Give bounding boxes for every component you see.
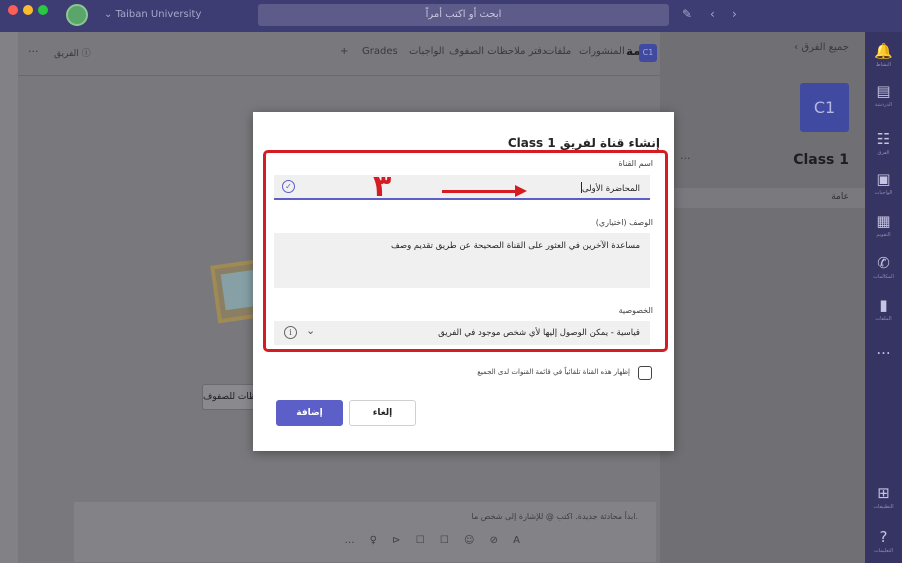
close-window-button[interactable] xyxy=(8,5,18,15)
annotation-arrow-head xyxy=(515,185,527,197)
annotation-step-number: ٣ xyxy=(373,169,392,204)
forward-arrow-icon[interactable]: › xyxy=(732,7,737,21)
all-teams-link[interactable]: ‹ جميع الفرق xyxy=(794,42,849,53)
channel-tabs: ··· الفريق ⓘ + Grades الواجبات دفتر ملاح… xyxy=(18,32,660,76)
cancel-button[interactable]: إلغاء xyxy=(349,400,416,426)
info-icon[interactable]: i xyxy=(284,326,297,339)
add-tab-button[interactable]: + xyxy=(340,46,348,57)
teams-side-panel: ‹ جميع الفرق C1 ··· Class 1 عامة xyxy=(660,32,865,563)
check-circle-icon: ✓ xyxy=(282,180,295,193)
description-label: الوصف (اختياري) xyxy=(595,218,653,227)
tab-posts[interactable]: المنشورات xyxy=(579,46,625,57)
activity-icon[interactable]: 🔔 النشاط xyxy=(865,42,902,68)
maximize-window-button[interactable] xyxy=(38,5,48,15)
chat-icon[interactable]: ▤ الدردشة xyxy=(865,82,902,108)
team-badge[interactable]: الفريق ⓘ xyxy=(54,46,91,59)
compose-icon[interactable]: ✎ xyxy=(682,7,692,21)
privacy-label: الخصوصية xyxy=(618,306,653,315)
add-button[interactable]: إضافة xyxy=(276,400,343,426)
channel-avatar: C1 xyxy=(639,44,657,62)
compose-toolbar[interactable]: … ♀ ⊳ ☐ ☐ ☺ ⊘ A xyxy=(344,535,526,546)
more-options-icon[interactable]: ··· xyxy=(28,45,39,58)
team-more-icon[interactable]: ··· xyxy=(680,152,691,165)
teams-icon[interactable]: ☷ الفرق xyxy=(865,130,902,156)
annotation-arrow xyxy=(442,190,520,193)
title-bar: ⌄ Taiban University ابحث أو اكتب أمراً ✎… xyxy=(0,0,902,32)
calls-icon[interactable]: ✆ المكالمات xyxy=(865,254,902,280)
calendar-icon[interactable]: ▦ التقويم xyxy=(865,212,902,238)
chevron-down-icon[interactable]: ⌄ xyxy=(306,324,315,337)
help-icon[interactable]: ? التعليمات xyxy=(865,528,902,554)
more-apps-icon[interactable]: ... xyxy=(865,340,902,358)
compose-placeholder: ابدأ محادثة جديدة. اكتب @ للإشارة إلى شخ… xyxy=(471,512,638,521)
team-avatar: C1 xyxy=(800,83,849,132)
org-name: Taiban University xyxy=(115,9,202,20)
back-arrow-icon[interactable]: ‹ xyxy=(710,7,715,21)
search-input[interactable]: ابحث أو اكتب أمراً xyxy=(258,4,669,26)
org-logo xyxy=(66,4,88,26)
compose-box[interactable]: ابدأ محادثة جديدة. اكتب @ للإشارة إلى شخ… xyxy=(74,502,656,562)
tab-files[interactable]: ملفات xyxy=(545,46,571,57)
team-name: Class 1 xyxy=(793,152,849,168)
channel-name-value: المحاضرة الأولى xyxy=(582,184,640,194)
create-channel-dialog: إنشاء قناة لفريق Class 1 اسم القناة المح… xyxy=(253,112,674,451)
app-rail: 🔔 النشاط ▤ الدردشة ☷ الفرق ▣ الواجبات ▦ التقو… xyxy=(865,32,902,563)
description-placeholder: مساعدة الآخرين في العثور على القناة الصح… xyxy=(391,241,640,251)
auto-show-row: إظهار هذه القناة تلقائياً في قائمة القنو… xyxy=(253,366,674,382)
dialog-title: إنشاء قناة لفريق Class 1 xyxy=(507,136,660,150)
tab-class-notebook[interactable]: دفتر ملاحظات الصفوف xyxy=(449,46,546,57)
tab-grades[interactable]: Grades xyxy=(362,46,398,57)
auto-show-checkbox[interactable] xyxy=(638,366,652,380)
left-edge xyxy=(0,32,18,563)
channel-name-input[interactable]: المحاضرة الأولى ✓ xyxy=(274,175,650,200)
description-textarea[interactable]: مساعدة الآخرين في العثور على القناة الصح… xyxy=(274,233,650,288)
privacy-dropdown[interactable]: قياسية - يمكن الوصول إليها لأي شخص موجود… xyxy=(274,321,650,345)
minimize-window-button[interactable] xyxy=(23,5,33,15)
channel-item-general[interactable]: عامة xyxy=(660,188,865,208)
tab-assignments[interactable]: الواجبات xyxy=(409,46,444,57)
org-switcher[interactable]: ⌄ Taiban University xyxy=(104,9,201,20)
apps-icon[interactable]: ⊞ التطبيقات xyxy=(865,484,902,510)
channel-name-label: اسم القناة xyxy=(618,159,653,168)
privacy-value: قياسية - يمكن الوصول إليها لأي شخص موجود… xyxy=(438,328,640,338)
assignments-icon[interactable]: ▣ الواجبات xyxy=(865,170,902,196)
files-icon[interactable]: ▮ الملفات xyxy=(865,296,902,322)
auto-show-label: إظهار هذه القناة تلقائياً في قائمة القنو… xyxy=(477,368,630,376)
